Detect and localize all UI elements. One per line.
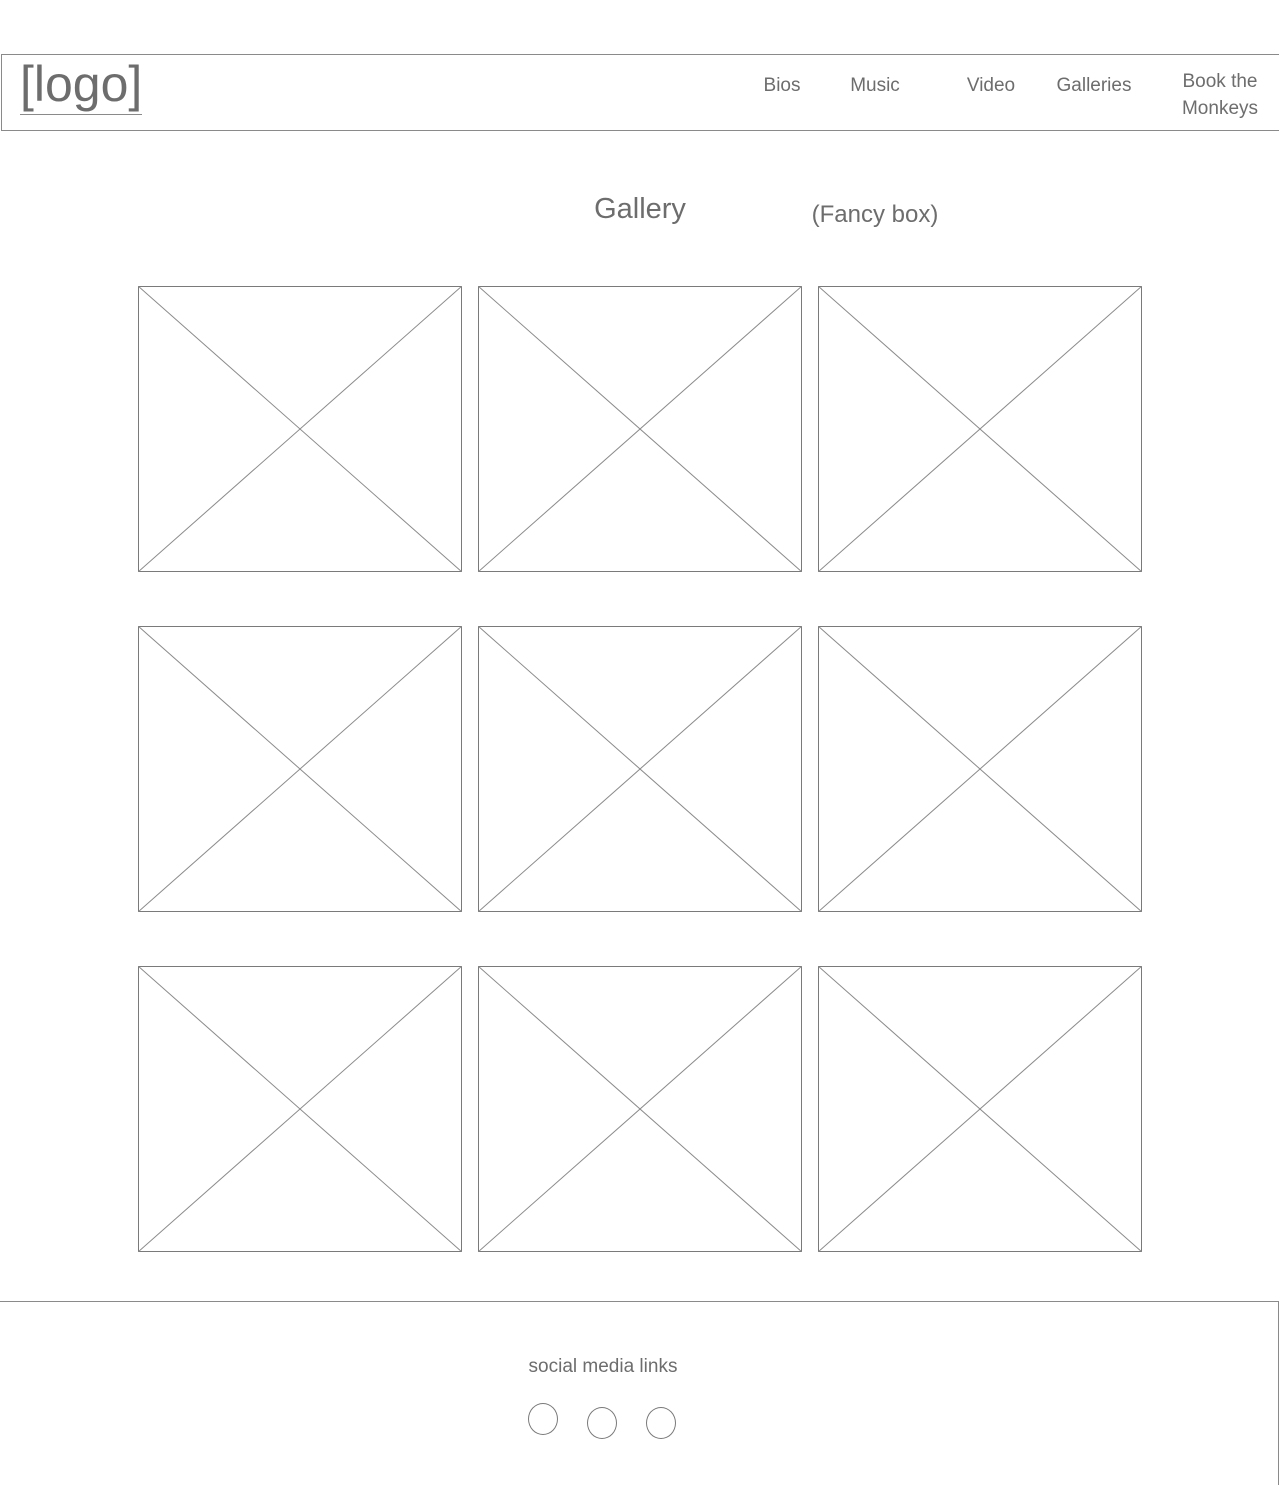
site-footer: social media links (0, 1301, 1279, 1485)
gallery-image-placeholder-8[interactable] (478, 966, 802, 1252)
gallery-image-placeholder-3[interactable] (818, 286, 1142, 572)
social-link-icon-1[interactable] (528, 1403, 558, 1435)
social-media-label: social media links (528, 1356, 678, 1377)
gallery-image-placeholder-7[interactable] (138, 966, 462, 1252)
site-header: [logo] Bios Music Video Galleries Book t… (1, 54, 1279, 131)
page-title: Gallery (594, 193, 686, 225)
social-link-icon-2[interactable] (587, 1407, 617, 1439)
social-link-icon-3[interactable] (646, 1407, 676, 1439)
gallery-image-placeholder-5[interactable] (478, 626, 802, 912)
image-placeholder-icon (478, 966, 802, 1252)
nav-item-book-line1: Book the (1182, 71, 1258, 92)
image-placeholder-icon (138, 286, 462, 572)
gallery-image-placeholder-9[interactable] (818, 966, 1142, 1252)
gallery-image-placeholder-6[interactable] (818, 626, 1142, 912)
nav-item-video[interactable]: Video (959, 72, 1023, 99)
nav-item-bios[interactable]: Bios (757, 72, 807, 99)
image-placeholder-icon (478, 286, 802, 572)
nav-item-book-line2: Monkeys (1181, 98, 1259, 119)
image-placeholder-icon (818, 286, 1142, 572)
nav-item-music[interactable]: Music (842, 72, 908, 99)
nav-item-book-the-monkeys[interactable]: Book the Monkeys (1170, 68, 1270, 122)
gallery-image-placeholder-4[interactable] (138, 626, 462, 912)
image-placeholder-icon (478, 626, 802, 912)
fancybox-annotation: (Fancy box) (811, 201, 939, 228)
nav-item-galleries[interactable]: Galleries (1052, 72, 1136, 99)
logo-placeholder[interactable]: [logo] (20, 56, 143, 115)
gallery-image-placeholder-1[interactable] (138, 286, 462, 572)
gallery-image-placeholder-2[interactable] (478, 286, 802, 572)
image-placeholder-icon (138, 966, 462, 1252)
image-placeholder-icon (818, 626, 1142, 912)
image-placeholder-icon (818, 966, 1142, 1252)
image-placeholder-icon (138, 626, 462, 912)
